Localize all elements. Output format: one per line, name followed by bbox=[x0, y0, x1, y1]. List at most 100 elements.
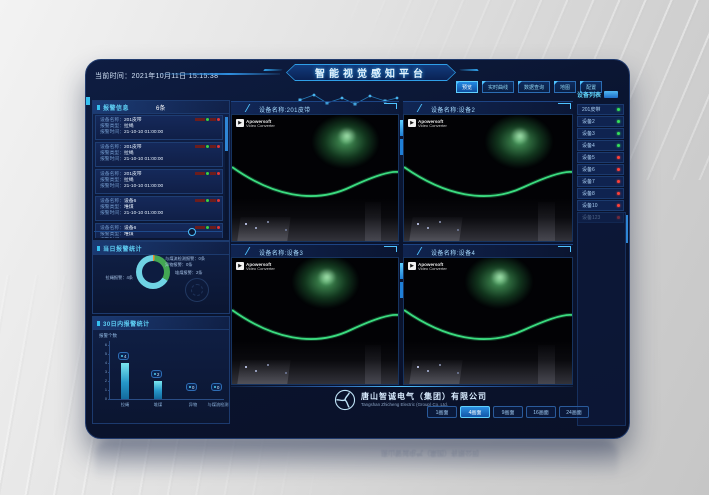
alarm-list-item[interactable]: 设备名称：201皮带 报警类型：拉绳 报警时间：21-10-10 01:00:0… bbox=[95, 169, 223, 194]
alarm-severity-indicator bbox=[195, 172, 220, 175]
bullet-icon bbox=[97, 321, 100, 326]
donut-label: 异物报警：0条 bbox=[165, 262, 192, 268]
alarm-panel-title: 报警信息 bbox=[103, 103, 129, 112]
alarm-list-item[interactable]: 设备名称：201皮带 报警类型：拉绳 报警时间：21-10-10 01:00:0… bbox=[95, 142, 223, 167]
device-list-tab[interactable] bbox=[604, 91, 618, 98]
nav-button[interactable]: 地图 bbox=[554, 81, 576, 93]
bar bbox=[121, 363, 129, 399]
device-name: 设备4 bbox=[582, 142, 595, 149]
page-title: 智能视觉感知平台 bbox=[315, 65, 427, 80]
stage: 当前时间：2021年10月11日 15:15:38 智能视觉感知平台 预览实时曲… bbox=[0, 0, 709, 495]
nav-button[interactable]: 实时曲线 bbox=[482, 81, 514, 93]
light-specks bbox=[417, 366, 419, 368]
status-dot bbox=[617, 192, 620, 195]
company-logo-icon bbox=[334, 389, 356, 411]
video-feed[interactable]: ▶ Apowersoft Video Converter bbox=[231, 114, 399, 242]
device-list-item[interactable]: 设备4 bbox=[577, 140, 624, 151]
donut-label: 堆煤报警：2条 bbox=[175, 270, 202, 276]
watermark-apowersoft: ▶ Apowersoft Video Converter bbox=[408, 262, 447, 272]
watermark-apowersoft: ▶ Apowersoft Video Converter bbox=[236, 119, 275, 129]
status-dot bbox=[617, 144, 620, 147]
apowersoft-logo-icon: ▶ bbox=[408, 119, 416, 127]
dashboard: 当前时间：2021年10月11日 15:15:38 智能视觉感知平台 预览实时曲… bbox=[85, 59, 630, 439]
device-list-item[interactable]: 设备3 bbox=[577, 128, 624, 139]
watermark-apowersoft: ▶ Apowersoft Video Converter bbox=[236, 262, 275, 272]
light-specks bbox=[245, 223, 247, 225]
title-wing-right bbox=[459, 69, 478, 71]
donut-label: 拉绳报警：4条 bbox=[93, 275, 133, 281]
alarm-list-item[interactable]: 设备名称：201皮带 报警类型：拉绳 报警时间：21-10-10 01:00:0… bbox=[95, 115, 223, 140]
y-tick-mark bbox=[108, 363, 110, 364]
video-panel: 设备名称:设备3 ▶ Apowersoft bbox=[231, 244, 399, 385]
device-list-item[interactable]: 设备6 bbox=[577, 164, 624, 175]
device-name: 设备10 bbox=[582, 202, 598, 209]
company-name-cn: 唐山智诚电气（集团）有限公司 bbox=[361, 392, 487, 402]
status-dot bbox=[617, 108, 620, 111]
bar-value-badge: 0 bbox=[186, 383, 197, 391]
device-list-item[interactable]: 设备5 bbox=[577, 152, 624, 163]
device-list-item[interactable]: 201皮带 bbox=[577, 104, 624, 115]
device-list-item[interactable]: 设备8 bbox=[577, 188, 624, 199]
layout-button[interactable]: 9画面 bbox=[493, 406, 523, 418]
bar bbox=[154, 381, 162, 399]
video-feed[interactable]: ▶ Apowersoft Video Converter bbox=[403, 257, 573, 385]
alarm-time: 21-10-10 01:00:00 bbox=[124, 130, 163, 135]
title-wing-left bbox=[263, 69, 282, 71]
layout-button[interactable]: 4画面 bbox=[460, 406, 490, 418]
alarm-list-scrollbar[interactable] bbox=[225, 117, 228, 233]
decorative-slider bbox=[94, 228, 222, 234]
light-specks bbox=[245, 366, 247, 368]
watermark-apowersoft: ▶ Apowersoft Video Converter bbox=[408, 119, 447, 129]
status-dot bbox=[617, 204, 620, 207]
device-list-header: 设备列表 bbox=[577, 88, 624, 100]
edge-accent bbox=[86, 97, 90, 105]
video-feed[interactable]: ▶ Apowersoft Video Converter bbox=[231, 257, 399, 385]
y-tick-label: 0 bbox=[98, 397, 107, 401]
video-panel: 设备名称:201皮带 ▶ Apowersoft bbox=[231, 101, 399, 242]
device-name: 设备7 bbox=[582, 178, 595, 185]
video-title: 设备名称:设备4 bbox=[431, 248, 475, 257]
alarm-type: 拉绳 bbox=[124, 124, 134, 129]
y-tick-mark bbox=[108, 381, 110, 382]
y-tick-mark bbox=[108, 354, 110, 355]
device-name: 设备5 bbox=[582, 154, 595, 161]
video-panel: 设备名称:设备4 ▶ Apowersoft bbox=[403, 244, 573, 385]
monthly-stats-header: 30日内报警统计 bbox=[93, 317, 229, 330]
status-dot bbox=[617, 168, 620, 171]
slider-knob[interactable] bbox=[188, 228, 196, 236]
nav-button[interactable]: 预览 bbox=[456, 81, 478, 93]
header-line bbox=[152, 73, 280, 75]
machinery-silhouette bbox=[404, 341, 572, 384]
status-dot bbox=[617, 156, 620, 159]
page-title-frame: 智能视觉感知平台 bbox=[286, 64, 456, 81]
light-specks bbox=[417, 223, 419, 225]
layout-button[interactable]: 1画面 bbox=[427, 406, 457, 418]
apowersoft-logo-icon: ▶ bbox=[236, 262, 244, 270]
alarm-type: 堆煤 bbox=[124, 205, 134, 210]
monthly-stats-title: 30日内报警统计 bbox=[103, 319, 150, 328]
device-list-item[interactable]: 设备7 bbox=[577, 176, 624, 187]
y-tick-mark bbox=[108, 345, 110, 346]
nav-button[interactable]: 数据查询 bbox=[518, 81, 550, 93]
device-name: 201皮带 bbox=[582, 106, 600, 113]
device-detail-panel bbox=[577, 212, 626, 426]
layout-button[interactable]: 24画面 bbox=[559, 406, 589, 418]
alarm-list-item[interactable]: 设备名称：设备6 报警类型：堆煤 报警时间：21-10-10 01:00:00 bbox=[95, 196, 223, 221]
layout-button[interactable]: 16画面 bbox=[526, 406, 556, 418]
device-list-item[interactable]: 设备10 bbox=[577, 200, 624, 211]
card-reflection bbox=[95, 440, 618, 486]
footer-separator bbox=[231, 386, 573, 387]
device-list-item[interactable]: 设备2 bbox=[577, 116, 624, 127]
watermark-logo-ghost bbox=[185, 278, 209, 302]
alarm-time: 21-10-10 01:00:00 bbox=[124, 211, 163, 216]
screen-layout-buttons: 1画面4画面9画面16画面24画面 bbox=[427, 406, 589, 418]
video-feed[interactable]: ▶ Apowersoft Video Converter bbox=[403, 114, 573, 242]
alarm-count: 6条 bbox=[156, 103, 165, 112]
right-scrollbar[interactable] bbox=[626, 215, 628, 243]
bar-chart-ylabel: 报警个数 bbox=[99, 333, 117, 339]
reflection-text: 唐山智诚电气（集团）有限公司 bbox=[300, 448, 560, 458]
y-tick-mark bbox=[108, 399, 110, 400]
alarm-device-name: 201皮带 bbox=[124, 145, 142, 150]
x-tick-label: 拉绳 bbox=[110, 402, 140, 408]
bar-chart: 01234564拉绳2堆煤0异物0与煤流检测 bbox=[109, 341, 224, 400]
